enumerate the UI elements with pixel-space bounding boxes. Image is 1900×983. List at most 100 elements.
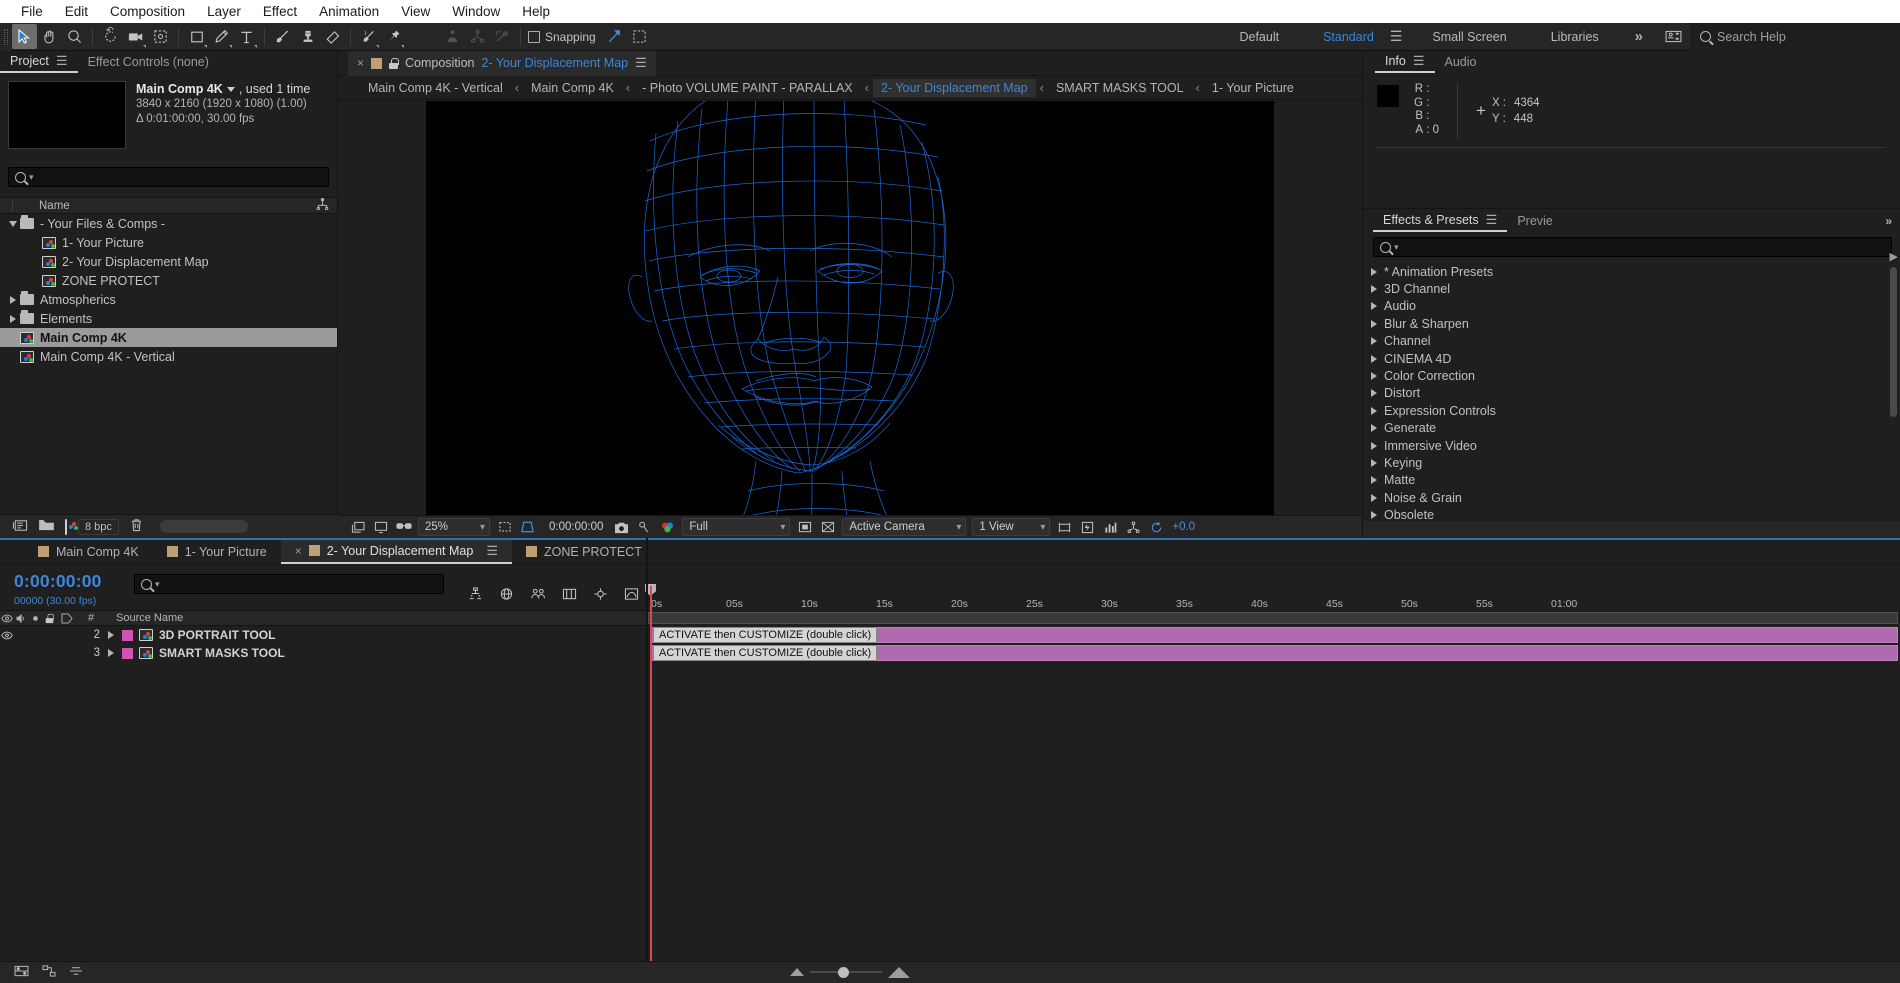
- effect-category-row[interactable]: Blur & Sharpen: [1363, 315, 1900, 332]
- pixel-aspect-icon[interactable]: [1053, 517, 1076, 537]
- viewer-timecode[interactable]: 0:00:00:00: [539, 521, 610, 533]
- project-item-row[interactable]: 1- Your Picture: [0, 233, 337, 252]
- chevron-right-icon[interactable]: [1371, 389, 1377, 398]
- show-snapshot-icon[interactable]: [633, 517, 656, 537]
- project-item-row[interactable]: - Your Files & Comps -: [0, 214, 337, 233]
- region-target-icon[interactable]: [793, 517, 816, 537]
- timeline-tab[interactable]: × 2- Your Displacement Map ☰: [280, 539, 512, 564]
- menu-item-view[interactable]: View: [390, 0, 441, 23]
- project-search-input[interactable]: ▾: [8, 167, 329, 187]
- type-tool[interactable]: [234, 24, 259, 49]
- project-item-row[interactable]: Atmospherics: [0, 290, 337, 309]
- chevron-right-icon[interactable]: [1371, 424, 1377, 433]
- reset-exposure-icon[interactable]: [1145, 517, 1168, 537]
- clone-stamp-tool[interactable]: [295, 24, 320, 49]
- puppet-starch-tool[interactable]: [465, 24, 490, 49]
- views-select[interactable]: 1 View ▾: [972, 518, 1051, 536]
- composition-tab[interactable]: × Composition 2- Your Displacement Map ☰: [348, 50, 656, 76]
- timeline-tab[interactable]: Main Comp 4K: [24, 540, 153, 564]
- workspace-standard[interactable]: Standard: [1301, 23, 1382, 51]
- toggle-switches-modes-icon[interactable]: [14, 965, 29, 980]
- effect-category-row[interactable]: Noise & Grain: [1363, 489, 1900, 506]
- effects-search-input[interactable]: ▾: [1373, 237, 1892, 257]
- workspace-menu-icon[interactable]: ☰: [1382, 28, 1411, 45]
- chevron-right-icon[interactable]: [10, 314, 16, 323]
- timeline-search-input[interactable]: ▾: [134, 574, 444, 594]
- tab-effectspresets[interactable]: Effects & Presets ☰: [1373, 210, 1508, 232]
- exposure-value[interactable]: +0.0: [1168, 521, 1195, 533]
- chevron-right-icon[interactable]: [10, 295, 16, 304]
- draft-3d-icon[interactable]: [499, 587, 514, 604]
- workspace-overflow-icon[interactable]: »: [1621, 28, 1657, 45]
- hand-tool[interactable]: [37, 24, 62, 49]
- menu-item-window[interactable]: Window: [441, 0, 511, 23]
- playhead[interactable]: [650, 586, 652, 976]
- new-comp-item-icon[interactable]: [65, 518, 78, 535]
- panel-menu-icon[interactable]: ☰: [486, 543, 498, 559]
- project-item-row[interactable]: ZONE PROTECT: [0, 271, 337, 290]
- tab-info[interactable]: Info ☰: [1375, 51, 1435, 73]
- breadcrumb-item[interactable]: - Photo VOLUME PAINT - PARALLAX: [634, 79, 861, 97]
- effect-category-row[interactable]: Channel: [1363, 333, 1900, 350]
- zoom-tool[interactable]: [62, 24, 87, 49]
- transparency-grid-icon[interactable]: [516, 517, 539, 537]
- effect-category-row[interactable]: Keying: [1363, 454, 1900, 471]
- close-icon[interactable]: ×: [357, 56, 364, 70]
- snap-bbox-icon[interactable]: [627, 24, 652, 49]
- chevron-right-icon[interactable]: [1371, 319, 1377, 328]
- effect-category-row[interactable]: Immersive Video: [1363, 437, 1900, 454]
- workspace-default[interactable]: Default: [1217, 23, 1301, 51]
- composition-viewer[interactable]: [338, 101, 1362, 515]
- pan-behind-tool[interactable]: [148, 24, 173, 49]
- chevron-right-icon[interactable]: [1371, 372, 1377, 381]
- snapshot-icon[interactable]: [610, 517, 633, 537]
- enable-frame-blending-icon[interactable]: [562, 587, 577, 604]
- chevron-right-icon[interactable]: [1371, 458, 1377, 467]
- rotation-tool[interactable]: ↶: [98, 24, 123, 49]
- timeline-work-area-bar[interactable]: [648, 612, 1898, 624]
- camera-select[interactable]: Active Camera ▾: [842, 518, 967, 536]
- timeline-zoom-slider[interactable]: [790, 964, 910, 980]
- menu-item-animation[interactable]: Animation: [308, 0, 390, 23]
- lock-icon[interactable]: [389, 57, 399, 69]
- zoom-level-select[interactable]: 25% ▾: [418, 518, 490, 536]
- eraser-tool[interactable]: [320, 24, 345, 49]
- brush-tool[interactable]: [270, 24, 295, 49]
- zoom-in-icon[interactable]: [888, 966, 910, 978]
- tab-previe[interactable]: Previe: [1507, 210, 1562, 232]
- gear-icon[interactable]: [1657, 30, 1690, 43]
- region-of-interest-icon[interactable]: [493, 517, 516, 537]
- bit-depth-label[interactable]: 8 bpc: [78, 518, 119, 535]
- timeline-layer-bar[interactable]: ACTIVATE then CUSTOMIZE (double click): [650, 645, 1898, 661]
- effects-category-list[interactable]: * Animation Presets 3D Channel Audio Blur &…: [1363, 263, 1900, 531]
- effect-category-row[interactable]: Matte: [1363, 472, 1900, 489]
- timeline-layer-row[interactable]: 2 3D PORTRAIT TOOL: [0, 626, 648, 644]
- comp-flowchart-icon[interactable]: [42, 965, 56, 980]
- snap-align-icon[interactable]: [602, 24, 627, 49]
- snapping-checkbox[interactable]: [528, 30, 540, 43]
- chevron-right-icon[interactable]: [1371, 476, 1377, 485]
- always-preview-icon[interactable]: [346, 517, 369, 537]
- chevron-right-icon[interactable]: [1371, 285, 1377, 294]
- project-item-row[interactable]: Main Comp 4K: [0, 328, 337, 347]
- current-time-value[interactable]: 0:00:00:00: [14, 571, 120, 592]
- menu-item-edit[interactable]: Edit: [54, 0, 99, 23]
- search-help[interactable]: Search Help: [1690, 22, 1900, 51]
- menu-item-file[interactable]: File: [10, 0, 54, 23]
- effect-category-row[interactable]: Expression Controls: [1363, 402, 1900, 419]
- zoom-out-icon[interactable]: [790, 968, 804, 976]
- camera-tool[interactable]: [123, 24, 148, 49]
- project-view-options-icon[interactable]: [316, 197, 329, 213]
- selection-tool[interactable]: [12, 24, 37, 49]
- project-item-row[interactable]: 2- Your Displacement Map: [0, 252, 337, 271]
- panel-menu-icon[interactable]: ☰: [1413, 51, 1425, 71]
- pen-tool[interactable]: [209, 24, 234, 49]
- effect-category-row[interactable]: Distort: [1363, 385, 1900, 402]
- timeline-vertical-divider[interactable]: [646, 538, 648, 961]
- breadcrumb-item[interactable]: SMART MASKS TOOL: [1048, 79, 1192, 97]
- hide-shy-layers-icon[interactable]: [530, 587, 546, 604]
- chevron-down-icon[interactable]: [226, 87, 235, 93]
- renderer-icon[interactable]: [1122, 517, 1145, 537]
- breadcrumb-item[interactable]: 1- Your Picture: [1204, 79, 1302, 97]
- chevron-right-icon[interactable]: [108, 649, 114, 657]
